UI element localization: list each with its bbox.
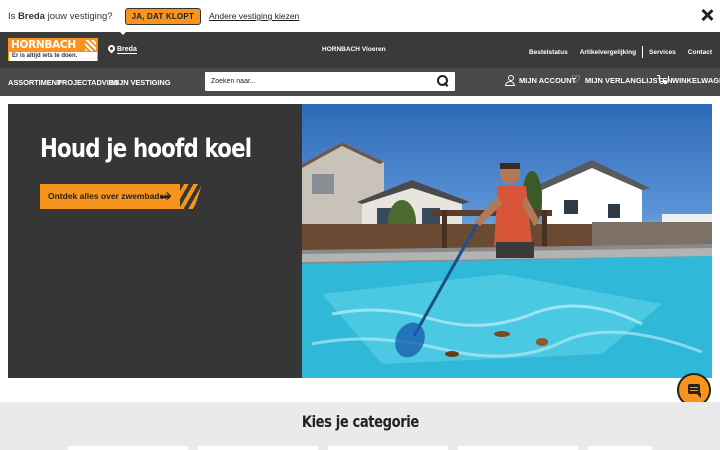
hornbach-vloeren-link[interactable]: HORNBACH Vloeren — [322, 46, 386, 53]
nav-item-my-store[interactable]: MIJN VESTIGING — [111, 78, 171, 87]
chat-icon — [688, 384, 701, 398]
category-title-text: Kies je categorie — [301, 412, 419, 431]
logo-wordmark: HORNBACH — [9, 39, 97, 52]
category-card[interactable] — [198, 446, 318, 450]
cart-label: WINKELWAGEN — [672, 75, 720, 85]
store-question-suffix: jouw vestiging? — [47, 10, 113, 22]
search-box — [205, 72, 455, 91]
search-icon[interactable] — [437, 75, 449, 87]
logo-slogan: Er is altijd iets te doen. — [9, 52, 97, 61]
store-confirmation-bar: Is Breda jouw vestiging? JA, DAT KLOPT A… — [0, 0, 720, 32]
nav-item-project-advice[interactable]: PROJECTADVIES — [57, 78, 119, 87]
close-icon[interactable] — [700, 8, 714, 22]
cart-button[interactable]: WINKELWAGEN — [657, 75, 720, 85]
choose-other-store-link[interactable]: Andere vestiging kiezen — [209, 11, 299, 21]
hero-text-panel: Houd je hoofd koel Ontdek alles over zwe… — [8, 104, 302, 378]
services-link[interactable]: Services — [649, 49, 676, 56]
user-icon — [505, 75, 515, 86]
location-pin-icon — [108, 45, 115, 54]
nav-item-assortment[interactable]: ASSORTIMENT — [8, 78, 62, 87]
cart-icon — [657, 75, 669, 85]
search-input[interactable] — [211, 74, 431, 89]
category-card[interactable] — [588, 446, 652, 450]
category-section-title: Kies je categorie — [0, 412, 720, 431]
category-card[interactable] — [328, 446, 448, 450]
my-account-button[interactable]: MIJN ACCOUNT — [505, 75, 577, 86]
store-location[interactable]: Breda — [108, 45, 137, 54]
heart-icon: ♡ — [571, 74, 581, 86]
store-question-store: Breda — [18, 10, 45, 22]
pool-scene — [302, 142, 712, 378]
hero-title: Houd je hoofd koel — [40, 134, 252, 164]
confirm-store-button[interactable]: JA, DAT KLOPT — [124, 7, 202, 25]
header-links-divider — [642, 46, 644, 58]
store-location-label: Breda — [117, 45, 137, 54]
category-card[interactable] — [68, 446, 188, 450]
hornbach-logo[interactable]: HORNBACH Er is altijd iets te doen. — [8, 38, 98, 61]
my-account-label: MIJN ACCOUNT — [519, 75, 577, 85]
order-status-link[interactable]: Bestelstatus — [529, 49, 568, 56]
header-links: Bestelstatus Artikelvergelijking Service… — [529, 46, 712, 58]
store-question-prefix: Is — [8, 10, 16, 22]
compare-link[interactable]: Artikelvergelijking — [580, 49, 636, 56]
store-caret-icon — [117, 29, 129, 35]
hero-cta-label: Ontdek alles over zwembaden — [48, 191, 170, 201]
store-question: Is Breda jouw vestiging? — [8, 11, 113, 22]
category-card[interactable] — [458, 446, 578, 450]
contact-link[interactable]: Contact — [688, 49, 712, 56]
hero-pool-image — [302, 104, 712, 378]
category-cards-peek — [0, 446, 720, 450]
hero-banner[interactable]: Houd je hoofd koel Ontdek alles over zwe… — [8, 104, 712, 378]
arrow-right-icon — [161, 192, 170, 201]
